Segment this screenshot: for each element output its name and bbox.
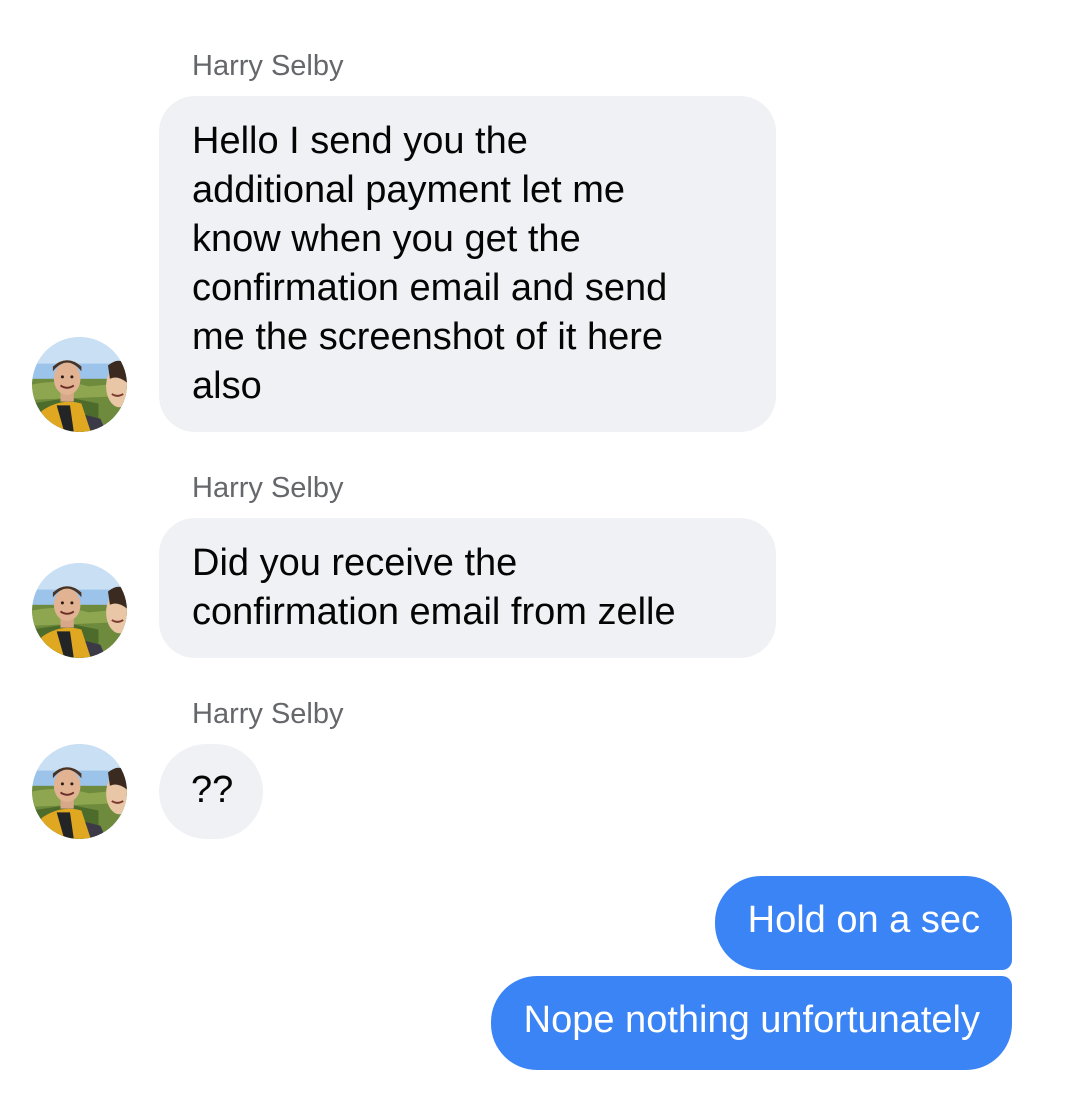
sender-name: Harry Selby — [192, 698, 344, 730]
outgoing-message-bubble[interactable]: Hold on a sec — [714, 876, 1012, 970]
avatar[interactable] — [32, 563, 127, 658]
incoming-message-bubble[interactable]: ?? — [159, 744, 263, 839]
contact-avatar-photo-icon — [32, 337, 127, 432]
contact-avatar-photo-icon — [32, 744, 127, 839]
incoming-message-bubble[interactable]: Did you receive the confirmation email f… — [159, 518, 776, 658]
sender-name: Harry Selby — [192, 50, 344, 82]
outgoing-message-bubble[interactable]: Nope nothing unfortunately — [490, 976, 1012, 1070]
contact-avatar-photo-icon — [32, 563, 127, 658]
avatar[interactable] — [32, 337, 127, 432]
sender-name: Harry Selby — [192, 472, 344, 504]
avatar[interactable] — [32, 744, 127, 839]
incoming-message-bubble[interactable]: Hello I send you the additional payment … — [159, 96, 776, 432]
